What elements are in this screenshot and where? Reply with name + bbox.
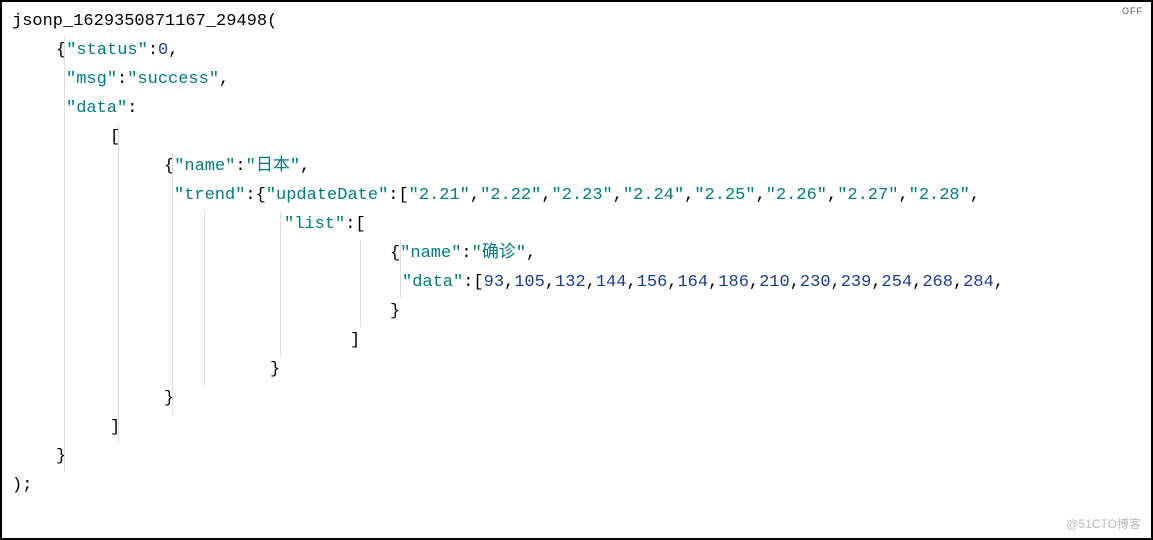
json-key: "data" xyxy=(402,273,463,292)
json-key: "list" xyxy=(284,215,345,234)
code-line: ] xyxy=(12,327,1141,356)
json-key: "status" xyxy=(66,41,148,60)
json-key: "trend" xyxy=(174,186,245,205)
code-line: {"status":0, xyxy=(12,37,1141,66)
code-line: jsonp_1629350871167_29498( xyxy=(12,8,1141,37)
code-line: "data": xyxy=(12,95,1141,124)
json-key: "data" xyxy=(66,99,127,118)
json-key: "updateDate" xyxy=(266,186,388,205)
code-line: {"name":"确诊", xyxy=(12,240,1141,269)
update-date-array: "2.21","2.22","2.23","2.24","2.25","2.26… xyxy=(409,186,980,205)
watermark-text: @51CTO博客 xyxy=(1066,514,1141,534)
json-string: "确诊" xyxy=(472,244,526,263)
code-line: {"name":"日本", xyxy=(12,153,1141,182)
jsonp-fn-name: jsonp_1629350871167_29498 xyxy=(12,12,267,31)
json-key: "name" xyxy=(174,157,235,176)
json-key: "name" xyxy=(400,244,461,263)
code-line: } xyxy=(12,385,1141,414)
json-key: "msg" xyxy=(66,70,117,89)
code-line: } xyxy=(12,298,1141,327)
punct-brace-close: } xyxy=(390,302,400,321)
punct-open-paren: ( xyxy=(267,12,277,31)
code-line: "trend":{"updateDate":["2.21","2.22","2.… xyxy=(12,182,1141,211)
data-number-array: 93,105,132,144,156,164,186,210,230,239,2… xyxy=(484,273,1004,292)
code-line: [ xyxy=(12,124,1141,153)
json-string: "日本" xyxy=(246,157,300,176)
punct-bracket-close: ] xyxy=(350,331,360,350)
json-number: 0 xyxy=(158,41,168,60)
json-viewer-frame: OFF jsonp_1629350871167_29498( {"status"… xyxy=(0,0,1153,540)
punct-close-paren: ); xyxy=(12,476,32,495)
code-line: "msg":"success", xyxy=(12,66,1141,95)
code-line: } xyxy=(12,356,1141,385)
code-line: } xyxy=(12,443,1141,472)
code-line: "list":[ xyxy=(12,211,1141,240)
code-line: ); xyxy=(12,472,1141,501)
punct-brace-close: } xyxy=(270,360,280,379)
code-line: ] xyxy=(12,414,1141,443)
json-string: "success" xyxy=(127,70,219,89)
code-line: "data":[93,105,132,144,156,164,186,210,2… xyxy=(12,269,1141,298)
